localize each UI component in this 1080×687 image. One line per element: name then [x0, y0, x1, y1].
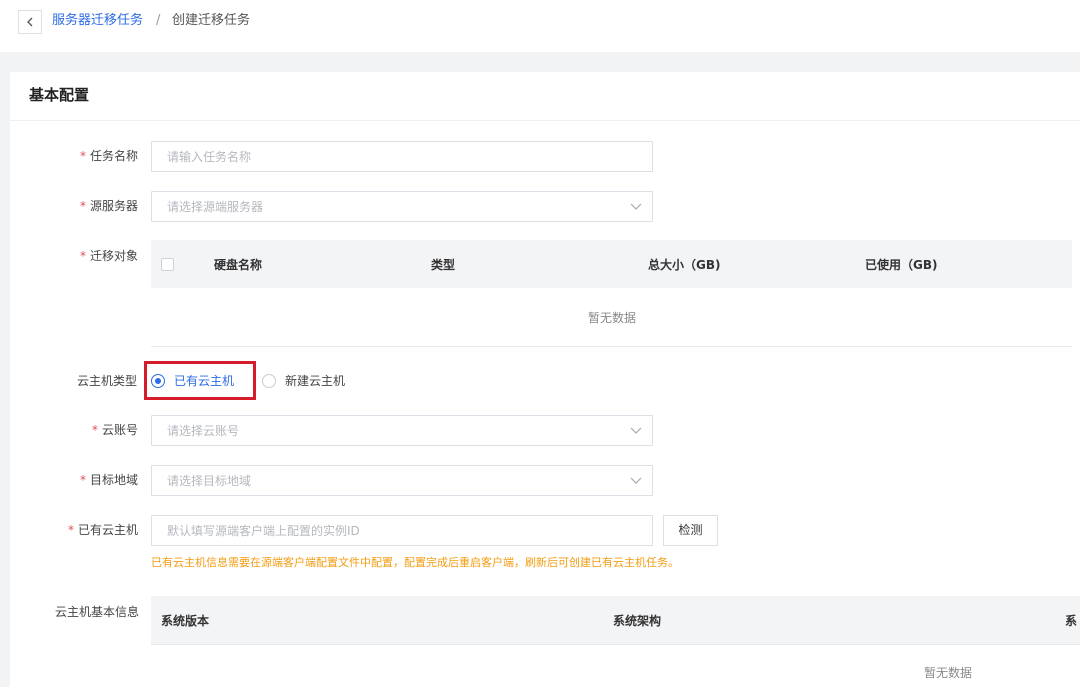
- radio-new-host-label: 新建云主机: [285, 374, 346, 388]
- existing-host-input[interactable]: 默认填写源端客户端上配置的实例ID: [151, 515, 653, 546]
- cloud-account-placeholder: 请选择云账号: [167, 424, 240, 438]
- basic-config-card: 基本配置 * 任务名称 请输入任务名称 * 源服务器 请选择源端服务器 * 迁移对象 …: [10, 72, 1080, 687]
- source-server-select[interactable]: 请选择源端服务器: [151, 191, 653, 222]
- required-mark: *: [80, 199, 86, 213]
- back-button[interactable]: [18, 10, 42, 34]
- source-server-label: * 源服务器: [80, 199, 139, 213]
- required-mark: *: [80, 149, 86, 163]
- source-server-placeholder: 请选择源端服务器: [167, 200, 264, 214]
- os-arch-column: 系统架构: [613, 614, 662, 628]
- existing-host-placeholder: 默认填写源端客户端上配置的实例ID: [167, 524, 360, 538]
- host-info-header-line: [151, 644, 1080, 645]
- detect-button[interactable]: 检测: [663, 515, 718, 546]
- os-version-column: 系统版本: [161, 614, 210, 628]
- host-type-label: 云主机类型: [77, 374, 138, 388]
- disk-name-column: 硬盘名称: [214, 258, 263, 272]
- card-divider: [10, 120, 1080, 121]
- task-name-input[interactable]: 请输入任务名称: [151, 141, 653, 172]
- disk-table-bottom-line: [151, 346, 1072, 347]
- required-mark: *: [92, 423, 98, 437]
- cloud-account-select[interactable]: 请选择云账号: [151, 415, 653, 446]
- breadcrumb-parent-link[interactable]: 服务器迁移任务: [52, 12, 143, 30]
- total-size-column: 总大小（GB): [648, 258, 721, 272]
- radio-existing-host[interactable]: 已有云主机: [151, 373, 234, 389]
- radio-unchecked-icon: [262, 374, 276, 388]
- disk-table-empty: 暂无数据: [588, 311, 637, 325]
- target-region-select[interactable]: 请选择目标地域: [151, 465, 653, 496]
- radio-checked-icon: [151, 374, 165, 388]
- type-column: 类型: [431, 258, 456, 272]
- top-bar: 服务器迁移任务 / 创建迁移任务: [0, 0, 1080, 52]
- existing-host-label: * 已有云主机: [68, 523, 139, 537]
- target-region-placeholder: 请选择目标地域: [167, 474, 252, 488]
- host-info-empty: 暂无数据: [924, 666, 973, 680]
- used-size-column: 已使用（GB): [865, 258, 938, 272]
- target-region-label: * 目标地域: [80, 473, 139, 487]
- existing-host-hint: 已有云主机信息需要在源端客户端配置文件中配置，配置完成后重启客户端，刷新后可创建…: [151, 556, 679, 569]
- truncated-column: 系: [1065, 614, 1078, 628]
- breadcrumb-separator: /: [156, 13, 161, 28]
- host-info-table-header: 系统版本 系统架构 系: [151, 596, 1080, 644]
- migration-target-label: * 迁移对象: [80, 249, 139, 263]
- radio-existing-host-label: 已有云主机: [174, 374, 235, 388]
- breadcrumb-current: 创建迁移任务: [172, 13, 251, 28]
- disk-table-header: 硬盘名称 类型 总大小（GB) 已使用（GB): [151, 240, 1072, 288]
- required-mark: *: [80, 473, 86, 487]
- chevron-down-icon: [630, 203, 642, 210]
- radio-new-host[interactable]: 新建云主机: [262, 373, 345, 389]
- required-mark: *: [80, 249, 86, 263]
- task-name-placeholder: 请输入任务名称: [167, 150, 252, 164]
- chevron-down-icon: [630, 427, 642, 434]
- chevron-left-icon: [27, 17, 33, 27]
- host-info-label: 云主机基本信息: [55, 605, 140, 619]
- select-all-checkbox[interactable]: [161, 258, 174, 271]
- chevron-down-icon: [630, 477, 642, 484]
- card-title: 基本配置: [29, 86, 90, 104]
- cloud-account-label: * 云账号: [92, 423, 139, 437]
- task-name-label: * 任务名称: [80, 149, 139, 163]
- required-mark: *: [68, 523, 74, 537]
